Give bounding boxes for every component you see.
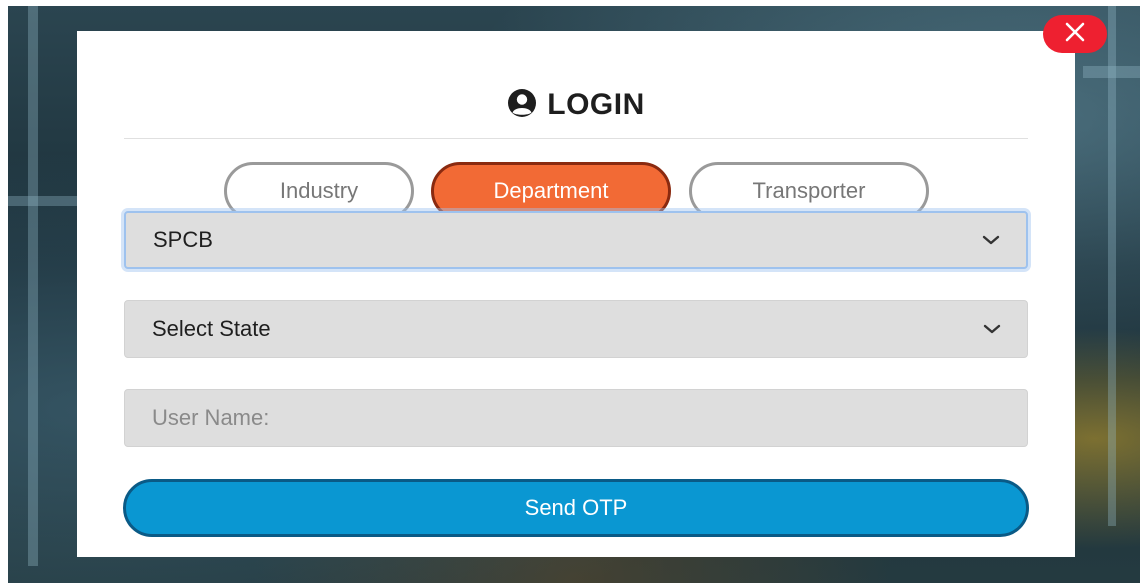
screen: LOGIN Industry Department Transporter SP…	[0, 0, 1140, 583]
login-title: LOGIN	[547, 88, 645, 121]
username-placeholder: User Name:	[152, 405, 270, 430]
user-circle-icon	[507, 88, 537, 123]
tab-department-label: Department	[493, 178, 609, 203]
department-select-value: SPCB	[153, 227, 213, 252]
department-select[interactable]: SPCB	[124, 211, 1028, 269]
close-button[interactable]	[1043, 15, 1107, 53]
username-input[interactable]: User Name:	[124, 389, 1028, 447]
background-detail	[1108, 6, 1116, 526]
close-icon	[1064, 21, 1086, 48]
header-divider	[124, 138, 1028, 139]
state-select-value: Select State	[152, 316, 271, 341]
send-otp-label: Send OTP	[524, 495, 628, 520]
state-select[interactable]: Select State	[124, 300, 1028, 358]
chevron-down-icon	[980, 233, 1002, 247]
tab-transporter-label: Transporter	[752, 178, 866, 203]
login-header: LOGIN	[77, 83, 1075, 127]
tab-industry-label: Industry	[279, 178, 359, 203]
send-otp-button[interactable]: Send OTP	[123, 479, 1029, 537]
chevron-down-icon	[981, 322, 1003, 336]
background-detail	[28, 6, 38, 566]
background-detail	[8, 196, 78, 206]
login-modal: LOGIN Industry Department Transporter SP…	[77, 31, 1075, 557]
